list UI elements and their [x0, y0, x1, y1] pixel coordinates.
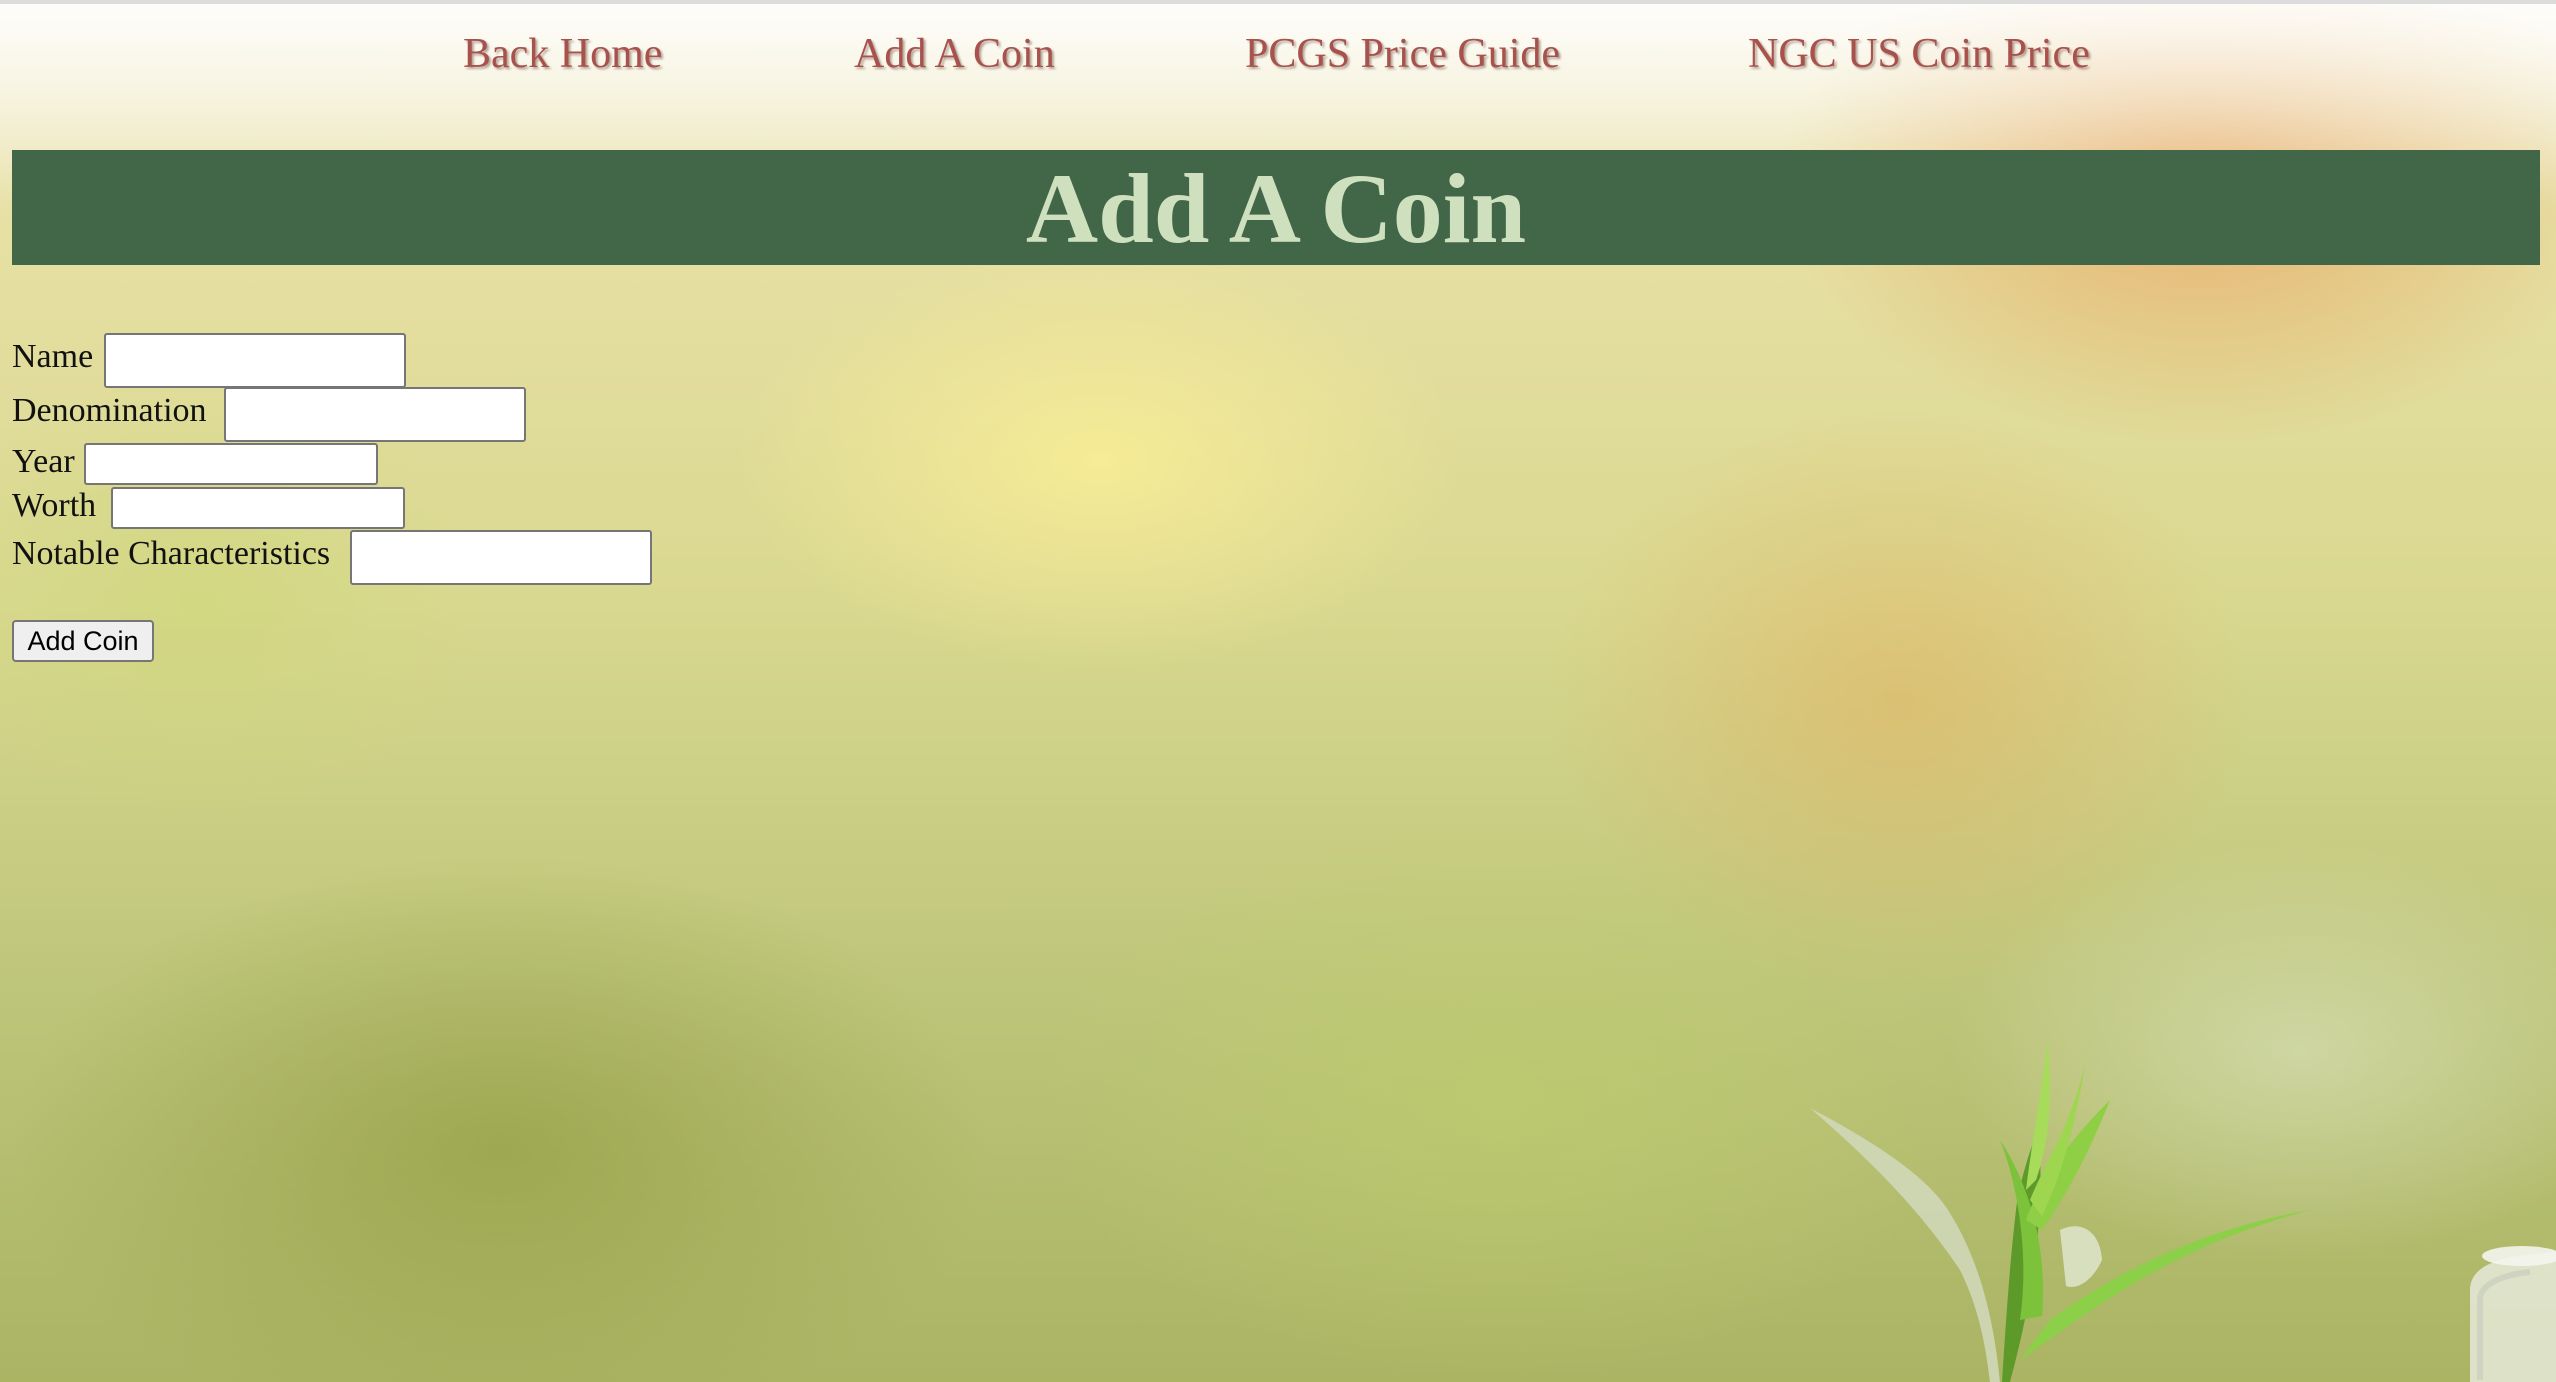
glass-jar-icon	[2470, 1246, 2556, 1382]
top-navigation: Back Home Add A Coin PCGS Price Guide NG…	[0, 30, 2556, 90]
notable-characteristics-label: Notable Characteristics	[12, 535, 331, 572]
nav-link-pcgs-price-guide[interactable]: PCGS Price Guide	[1245, 30, 1560, 78]
nav-link-ngc-us-coin-price[interactable]: NGC US Coin Price	[1748, 30, 2090, 78]
seedling-icon	[1810, 1040, 2310, 1382]
worth-input[interactable]	[111, 487, 405, 529]
nav-link-add-a-coin[interactable]: Add A Coin	[854, 30, 1055, 78]
denomination-label: Denomination	[12, 392, 207, 429]
notable-characteristics-input[interactable]	[350, 530, 652, 585]
worth-label: Worth	[12, 487, 97, 524]
page-title: Add A Coin	[1025, 153, 1527, 264]
name-input[interactable]	[104, 333, 406, 388]
year-input[interactable]	[84, 443, 378, 485]
add-coin-button[interactable]: Add Coin	[12, 620, 154, 662]
page-title-banner: Add A Coin	[12, 150, 2540, 265]
nav-link-back-home[interactable]: Back Home	[463, 30, 662, 78]
year-label: Year	[12, 443, 75, 480]
denomination-input[interactable]	[224, 387, 526, 442]
name-label: Name	[12, 338, 94, 375]
